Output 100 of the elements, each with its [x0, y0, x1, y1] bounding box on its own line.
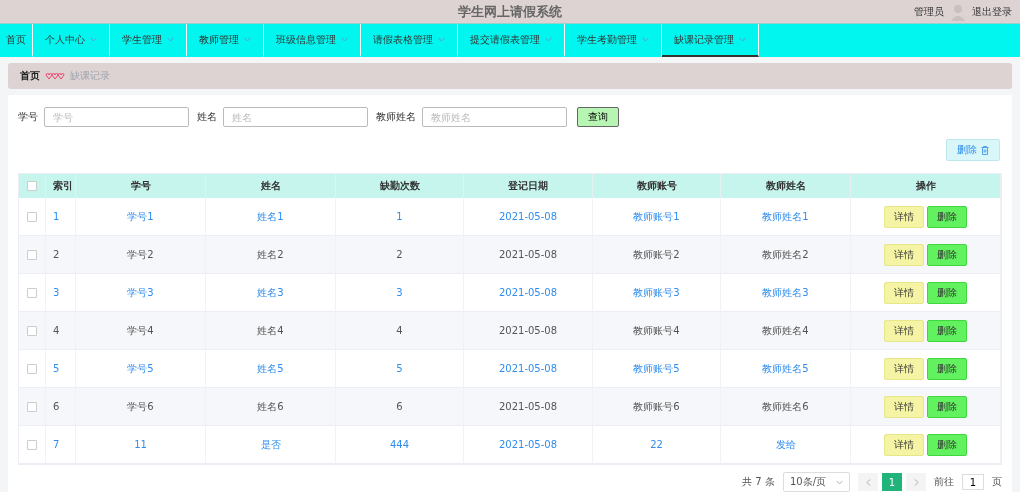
delete-row-button[interactable]: 删除: [927, 395, 967, 418]
table-cell: 学号1: [76, 198, 206, 236]
delete-row-button[interactable]: 删除: [927, 433, 967, 456]
details-button[interactable]: 详情: [884, 395, 924, 418]
nav-menu-item[interactable]: 学生考勤管理: [565, 24, 662, 57]
caret-icon: [545, 37, 552, 43]
table-cell: 3: [336, 274, 464, 312]
table-cell: 姓名5: [206, 350, 336, 388]
table-cell: 6: [46, 388, 76, 426]
table-cell: 11: [76, 426, 206, 464]
table-cell: 1: [46, 198, 76, 236]
nav-menu-item[interactable]: 提交请假表管理: [458, 24, 565, 57]
caret-icon: [167, 37, 174, 43]
table-cell: 教师账号5: [593, 350, 721, 388]
table-cell: 教师账号1: [593, 198, 721, 236]
nav-menu-item[interactable]: 首页: [0, 24, 33, 57]
table-cell: 2021-05-08: [464, 198, 593, 236]
table-cell: 22: [593, 426, 721, 464]
nav-menu-item[interactable]: 个人中心: [33, 24, 110, 57]
table-cell: 姓名6: [206, 388, 336, 426]
page-size-select[interactable]: 10条/页: [782, 472, 850, 492]
app-title: 学生网上请假系统: [458, 2, 562, 21]
caret-icon: [836, 479, 843, 485]
total-count: 共 7 条: [742, 475, 775, 489]
table-cell: 7: [46, 426, 76, 464]
breadcrumb-home[interactable]: 首页: [20, 69, 40, 83]
search-button[interactable]: 查询: [577, 107, 619, 127]
row-checkbox[interactable]: [27, 401, 37, 412]
next-page-button[interactable]: [906, 473, 926, 491]
table-cell: 教师姓名4: [721, 312, 851, 350]
table-cell: 教师账号2: [593, 236, 721, 274]
table-cell: 2: [46, 236, 76, 274]
delete-row-button[interactable]: 删除: [927, 281, 967, 304]
nav-menu-item[interactable]: 请假表格管理: [361, 24, 458, 57]
table-cell: 教师姓名2: [721, 236, 851, 274]
row-checkbox[interactable]: [27, 287, 37, 298]
table-cell: 5: [336, 350, 464, 388]
table-cell: 教师姓名5: [721, 350, 851, 388]
column-header: 教师账号: [593, 174, 721, 198]
details-button[interactable]: 详情: [884, 357, 924, 380]
table-cell: 4: [336, 312, 464, 350]
nav-menu-item[interactable]: 教师管理: [187, 24, 264, 57]
details-button[interactable]: 详情: [884, 205, 924, 228]
table-cell: 4: [46, 312, 76, 350]
table-cell: 姓名2: [206, 236, 336, 274]
table-cell: 教师姓名3: [721, 274, 851, 312]
details-button[interactable]: 详情: [884, 319, 924, 342]
search-field[interactable]: 姓名: [223, 107, 368, 127]
caret-icon: [341, 37, 348, 43]
details-button[interactable]: 详情: [884, 243, 924, 266]
column-header: 教师姓名: [721, 174, 851, 198]
table-cell: 5: [46, 350, 76, 388]
table-cell: 2: [336, 236, 464, 274]
row-checkbox[interactable]: [27, 325, 37, 336]
column-header: 缺勤次数: [336, 174, 464, 198]
nav-menu-item[interactable]: 学生管理: [110, 24, 187, 57]
table-cell: 是否: [206, 426, 336, 464]
nav-menu-item[interactable]: 班级信息管理: [264, 24, 361, 57]
field-label: 学号: [18, 110, 38, 124]
table-cell: 姓名4: [206, 312, 336, 350]
search-field[interactable]: 教师姓名: [422, 107, 567, 127]
table-cell: 学号2: [76, 236, 206, 274]
table-cell: 发给: [721, 426, 851, 464]
delete-row-button[interactable]: 删除: [927, 357, 967, 380]
table-cell: 2021-05-08: [464, 350, 593, 388]
prev-page-button[interactable]: [858, 473, 878, 491]
table-cell: 3: [46, 274, 76, 312]
column-header: 姓名: [206, 174, 336, 198]
delete-row-button[interactable]: 删除: [927, 243, 967, 266]
row-checkbox[interactable]: [27, 439, 37, 450]
table-cell: 444: [336, 426, 464, 464]
field-label: 姓名: [197, 110, 217, 124]
row-checkbox[interactable]: [27, 363, 37, 374]
caret-icon: [739, 37, 746, 43]
table-cell: 学号6: [76, 388, 206, 426]
details-button[interactable]: 详情: [884, 433, 924, 456]
caret-icon: [438, 37, 445, 43]
table-cell: 教师账号4: [593, 312, 721, 350]
row-checkbox[interactable]: [27, 211, 37, 222]
select-all-checkbox[interactable]: [27, 181, 37, 191]
table-cell: 6: [336, 388, 464, 426]
delete-row-button[interactable]: 删除: [927, 319, 967, 342]
table-cell: 姓名1: [206, 198, 336, 236]
nav-menu-item[interactable]: 缺课记录管理: [662, 24, 759, 57]
logout-link[interactable]: 退出登录: [972, 5, 1012, 19]
column-header: 操作: [851, 174, 1001, 198]
user-role: 管理员: [914, 5, 944, 19]
table-cell: 教师姓名1: [721, 198, 851, 236]
table-cell: 2021-05-08: [464, 274, 593, 312]
details-button[interactable]: 详情: [884, 281, 924, 304]
search-field[interactable]: 学号: [44, 107, 189, 127]
table-cell: 2021-05-08: [464, 388, 593, 426]
table-cell: 2021-05-08: [464, 426, 593, 464]
jump-page-field[interactable]: 1: [962, 474, 984, 490]
table-cell: 教师账号6: [593, 388, 721, 426]
jump-label: 前往: [934, 475, 954, 489]
column-header: 索引: [46, 174, 76, 198]
row-checkbox[interactable]: [27, 249, 37, 260]
table-cell: 1: [336, 198, 464, 236]
delete-row-button[interactable]: 删除: [927, 205, 967, 228]
